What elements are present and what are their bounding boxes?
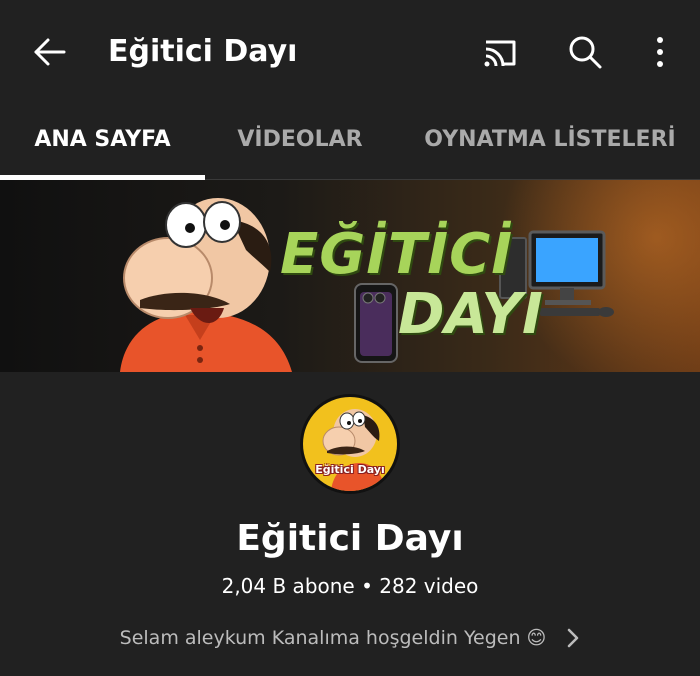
more-vertical-icon [657, 37, 663, 67]
back-button[interactable] [20, 26, 80, 78]
page-title: Eğitici Dayı [108, 34, 298, 69]
channel-banner: EĞİTİCİ DAYI [0, 180, 700, 372]
tab-label: VİDEOLAR [237, 127, 363, 152]
channel-description: Selam aleykum Kanalıma hoşgeldin Yegen 😊 [119, 627, 547, 649]
mascot-avatar-icon [322, 409, 385, 491]
search-icon [569, 36, 602, 69]
tab-videos[interactable]: VİDEOLAR [205, 100, 395, 179]
channel-stats: 2,04 B abone • 282 video [221, 574, 479, 598]
avatar[interactable]: Eğitici Dayı [300, 394, 400, 494]
banner-title-line-2: DAYI [398, 282, 543, 347]
arrow-left-icon [34, 38, 66, 66]
search-button[interactable] [555, 26, 615, 78]
cast-icon [484, 40, 516, 67]
tab-label: ANA SAYFA [34, 127, 171, 152]
banner-title-line-1: EĞİTİCİ [280, 222, 514, 287]
chevron-right-icon [566, 627, 580, 649]
more-options-button[interactable] [630, 26, 690, 78]
tab-home[interactable]: ANA SAYFA [0, 100, 205, 180]
avatar-label: Eğitici Dayı [315, 463, 385, 476]
channel-tabs: ANA SAYFA VİDEOLAR OYNATMA LİSTELERİ [0, 100, 700, 180]
top-app-bar: Eğitici Dayı [0, 0, 700, 100]
cast-button[interactable] [470, 26, 530, 78]
tab-label: OYNATMA LİSTELERİ [424, 127, 676, 152]
channel-description-link[interactable]: Selam aleykum Kanalıma hoşgeldin Yegen 😊 [0, 622, 700, 654]
avatar-image: Eğitici Dayı [303, 397, 397, 491]
tab-playlists[interactable]: OYNATMA LİSTELERİ [400, 100, 700, 179]
channel-name: Eğitici Dayı [236, 518, 464, 559]
